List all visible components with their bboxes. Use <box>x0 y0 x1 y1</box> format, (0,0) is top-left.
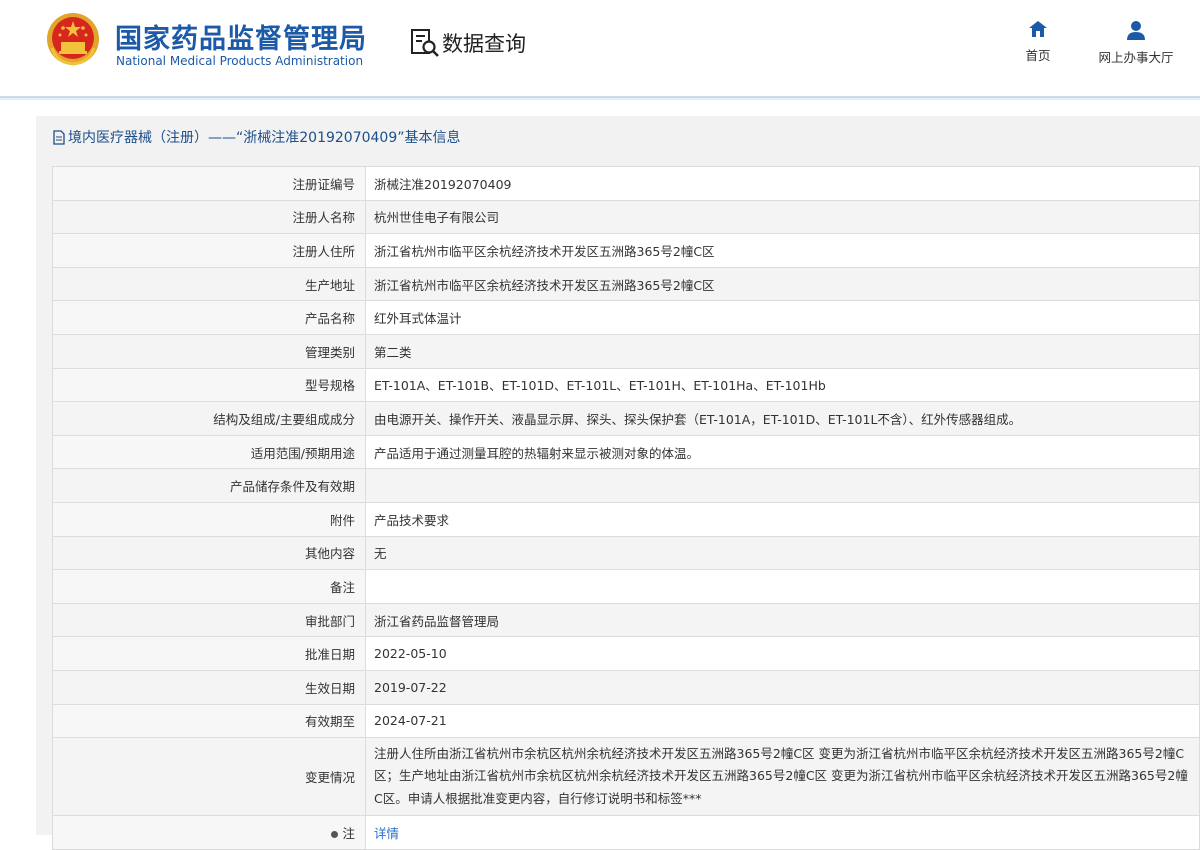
table-row: 注册人住所 浙江省杭州市临平区余杭经济技术开发区五洲路365号2幢C区 <box>52 233 1200 268</box>
field-label-note: 注 <box>52 815 366 850</box>
table-row: 管理类别 第二类 <box>52 333 1200 369</box>
brand-title-en: National Medical Products Administration <box>116 54 364 68</box>
field-label: 注册人名称 <box>52 199 366 235</box>
field-value <box>365 468 1200 503</box>
field-label: 审批部门 <box>52 602 366 638</box>
field-value: 红外耳式体温计 <box>365 300 1200 335</box>
field-label: 注册证编号 <box>52 166 366 201</box>
field-label: 注册人住所 <box>52 233 366 268</box>
field-label: 批准日期 <box>52 636 366 671</box>
field-value: 2022-05-10 <box>365 636 1200 671</box>
bullet-dot-icon <box>331 830 339 838</box>
field-label: 适用范围/预期用途 <box>52 434 366 470</box>
table-row: 型号规格 ET-101A、ET-101B、ET-101D、ET-101L、ET-1… <box>52 367 1200 403</box>
field-label: 附件 <box>52 501 366 537</box>
table-row: 生效日期 2019-07-22 <box>52 669 1200 705</box>
detail-panel: 境内医疗器械（注册）——“浙械注准20192070409”基本信息 注册证编号浙… <box>36 116 1200 850</box>
home-icon <box>1029 21 1047 37</box>
user-icon <box>1127 21 1145 40</box>
table-row: 结构及组成/主要组成成分 由电源开关、操作开关、液晶显示屏、探头、探头保护套（ET… <box>52 401 1200 436</box>
field-value: 杭州世佳电子有限公司 <box>365 199 1200 235</box>
nav-online-service-hall[interactable]: 网上办事大厅 <box>1090 20 1182 66</box>
details-link[interactable]: 详情 <box>374 826 399 841</box>
field-value: 浙江省杭州市临平区余杭经济技术开发区五洲路365号2幢C区 <box>365 266 1200 302</box>
field-value: 浙江省药品监督管理局 <box>365 602 1200 638</box>
data-query-label: 数据查询 <box>442 32 526 56</box>
field-value: 2019-07-22 <box>365 669 1200 705</box>
site-header: 国家药品监督管理局 National Medical Products Admi… <box>0 0 1200 100</box>
field-label: 产品名称 <box>52 300 366 335</box>
document-search-icon <box>411 29 439 57</box>
table-row: 适用范围/预期用途 产品适用于通过测量耳腔的热辐射来显示被测对象的体温。 <box>52 434 1200 470</box>
field-label: 变更情况 <box>52 737 366 817</box>
table-row: 生产地址 浙江省杭州市临平区余杭经济技术开发区五洲路365号2幢C区 <box>52 266 1200 302</box>
device-info-table: 注册证编号 浙械注准20192070409 注册人名称 杭州世佳电子有限公司 注册人… <box>52 166 1200 850</box>
table-row: 其他内容无 <box>52 535 1200 571</box>
field-value-note: 详情 <box>365 815 1200 850</box>
nav-home-label: 首页 <box>1025 48 1051 63</box>
field-value: 2024-07-21 <box>365 703 1200 739</box>
panel-title-text: 境内医疗器械（注册）——“浙械注准20192070409”基本信息 <box>68 130 461 146</box>
field-value: 浙江省杭州市临平区余杭经济技术开发区五洲路365号2幢C区 <box>365 233 1200 268</box>
field-value <box>365 569 1200 604</box>
data-query-link[interactable]: 数据查询 <box>410 28 526 58</box>
field-label: 备注 <box>52 569 366 604</box>
table-row: 变更情况 注册人住所由浙江省杭州市余杭区杭州余杭经济技术开发区五洲路365号2幢C… <box>52 737 1200 817</box>
field-value: 注册人住所由浙江省杭州市余杭区杭州余杭经济技术开发区五洲路365号2幢C区 变更… <box>365 737 1200 817</box>
table-row: 注 详情 <box>52 815 1200 850</box>
table-row: 备注 <box>52 569 1200 604</box>
field-label: 管理类别 <box>52 333 366 369</box>
nav-online-service-hall-label: 网上办事大厅 <box>1098 50 1174 65</box>
field-label: 有效期至 <box>52 703 366 739</box>
field-label: 其他内容 <box>52 535 366 571</box>
field-value: 产品技术要求 <box>365 501 1200 537</box>
table-row: 附件 产品技术要求 <box>52 501 1200 537</box>
field-value: 第二类 <box>365 333 1200 369</box>
field-value: 由电源开关、操作开关、液晶显示屏、探头、探头保护套（ET-101A，ET-101… <box>365 401 1200 436</box>
field-value: 无 <box>365 535 1200 571</box>
table-row: 注册人名称 杭州世佳电子有限公司 <box>52 199 1200 235</box>
field-label: 产品储存条件及有效期 <box>52 468 366 503</box>
field-label: 型号规格 <box>52 367 366 403</box>
table-row: 产品储存条件及有效期 <box>52 468 1200 503</box>
table-row: 批准日期 2022-05-10 <box>52 636 1200 671</box>
field-value: 产品适用于通过测量耳腔的热辐射来显示被测对象的体温。 <box>365 434 1200 470</box>
document-icon <box>53 129 65 145</box>
brand-title-cn: 国家药品监督管理局 <box>115 24 367 55</box>
table-row: 产品名称 红外耳式体温计 <box>52 300 1200 335</box>
panel-title: 境内医疗器械（注册）——“浙械注准20192070409”基本信息 <box>36 116 1200 158</box>
field-label: 结构及组成/主要组成成分 <box>52 401 366 436</box>
field-label: 生效日期 <box>52 669 366 705</box>
nav-home[interactable]: 首页 <box>1020 20 1056 64</box>
note-label: 注 <box>342 825 355 841</box>
table-row: 注册证编号 浙械注准20192070409 <box>52 166 1200 201</box>
field-value: ET-101A、ET-101B、ET-101D、ET-101L、ET-101H、… <box>365 367 1200 403</box>
field-label: 生产地址 <box>52 266 366 302</box>
table-row: 审批部门 浙江省药品监督管理局 <box>52 602 1200 638</box>
field-value: 浙械注准20192070409 <box>365 166 1200 201</box>
table-row: 有效期至 2024-07-21 <box>52 703 1200 739</box>
national-emblem-icon <box>47 13 99 66</box>
